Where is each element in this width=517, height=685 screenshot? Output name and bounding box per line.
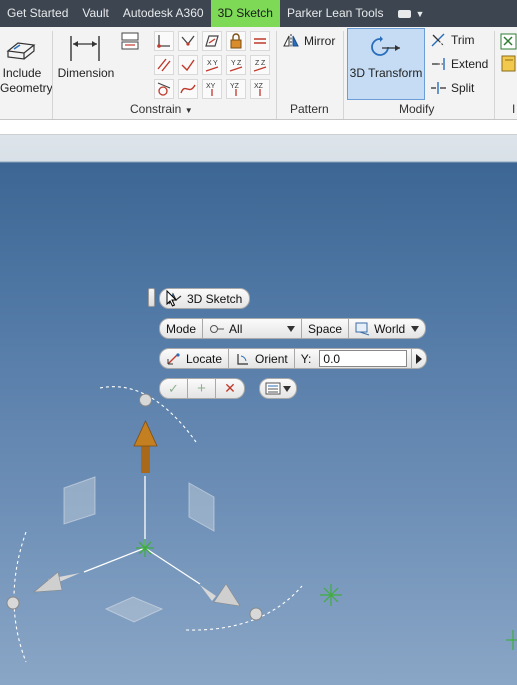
xz-plane-handle[interactable] xyxy=(188,482,215,532)
rotation-arc-left[interactable] xyxy=(13,531,27,663)
apply-continue-button[interactable]: + xyxy=(188,378,216,399)
mode-label-button[interactable]: Mode xyxy=(159,318,204,339)
caret-down-icon xyxy=(411,325,420,332)
y-axis-line xyxy=(144,547,201,585)
xy-plane-handle[interactable] xyxy=(104,596,164,623)
locate-icon xyxy=(167,352,180,364)
options-menu-button[interactable] xyxy=(259,378,297,399)
space-dropdown[interactable]: World xyxy=(349,318,427,339)
close-icon: ✕ xyxy=(224,380,236,396)
action-row: ✓ + ✕ xyxy=(159,378,297,399)
triad-origin[interactable] xyxy=(136,539,154,557)
z-rotation-sphere[interactable] xyxy=(139,393,152,407)
axis-label: Y: xyxy=(300,351,312,366)
mini-toolbar-title-label: 3D Sketch xyxy=(187,291,243,306)
space-label-button[interactable]: Space xyxy=(302,318,350,339)
x-arrow-head[interactable] xyxy=(33,571,63,593)
plus-icon: + xyxy=(197,380,206,397)
z-arrow-shaft[interactable] xyxy=(141,443,150,473)
options-list-icon xyxy=(265,382,281,395)
mode-value: All xyxy=(229,321,243,336)
caret-down-icon xyxy=(287,325,296,332)
x-rotation-sphere[interactable] xyxy=(6,596,20,610)
yz-plane-handle[interactable] xyxy=(63,476,96,525)
sketch-point[interactable] xyxy=(320,584,342,606)
x-axis-line xyxy=(83,547,146,573)
mini-toolbar-grip[interactable] xyxy=(148,288,155,307)
y-arrow-shaft[interactable] xyxy=(200,585,216,601)
more-options-button[interactable] xyxy=(411,348,427,369)
locate-button[interactable]: Locate xyxy=(159,348,230,369)
locate-label: Locate xyxy=(186,351,223,366)
y-rotation-sphere[interactable] xyxy=(249,607,263,621)
z-arrow-head[interactable] xyxy=(133,420,158,447)
axis-value-field: Y: xyxy=(294,348,412,369)
y-arrow-head[interactable] xyxy=(213,583,241,607)
apply-button[interactable]: ✓ xyxy=(159,378,188,399)
space-value: World xyxy=(374,321,406,336)
rotation-arc-right[interactable] xyxy=(185,585,303,631)
orient-icon xyxy=(237,353,249,365)
locate-orient-row: Locate Orient Y: xyxy=(159,348,427,369)
orient-label: Orient xyxy=(255,351,288,366)
sketch-point[interactable] xyxy=(506,630,517,650)
mouse-cursor-icon xyxy=(166,290,178,307)
world-coordinate-icon xyxy=(355,322,370,335)
mode-space-row: Mode All Space World xyxy=(159,318,427,339)
play-right-icon xyxy=(415,353,422,364)
mode-label: Mode xyxy=(166,321,197,336)
checkmark-icon: ✓ xyxy=(168,380,179,396)
cancel-button[interactable]: ✕ xyxy=(216,378,245,399)
triad-manipulator[interactable] xyxy=(0,0,517,685)
space-label: Space xyxy=(308,321,343,336)
mode-icon xyxy=(210,324,225,333)
caret-down-icon xyxy=(283,385,291,392)
axis-value-input[interactable] xyxy=(319,350,408,367)
mode-dropdown[interactable]: All xyxy=(203,318,303,339)
orient-button[interactable]: Orient xyxy=(229,348,295,369)
